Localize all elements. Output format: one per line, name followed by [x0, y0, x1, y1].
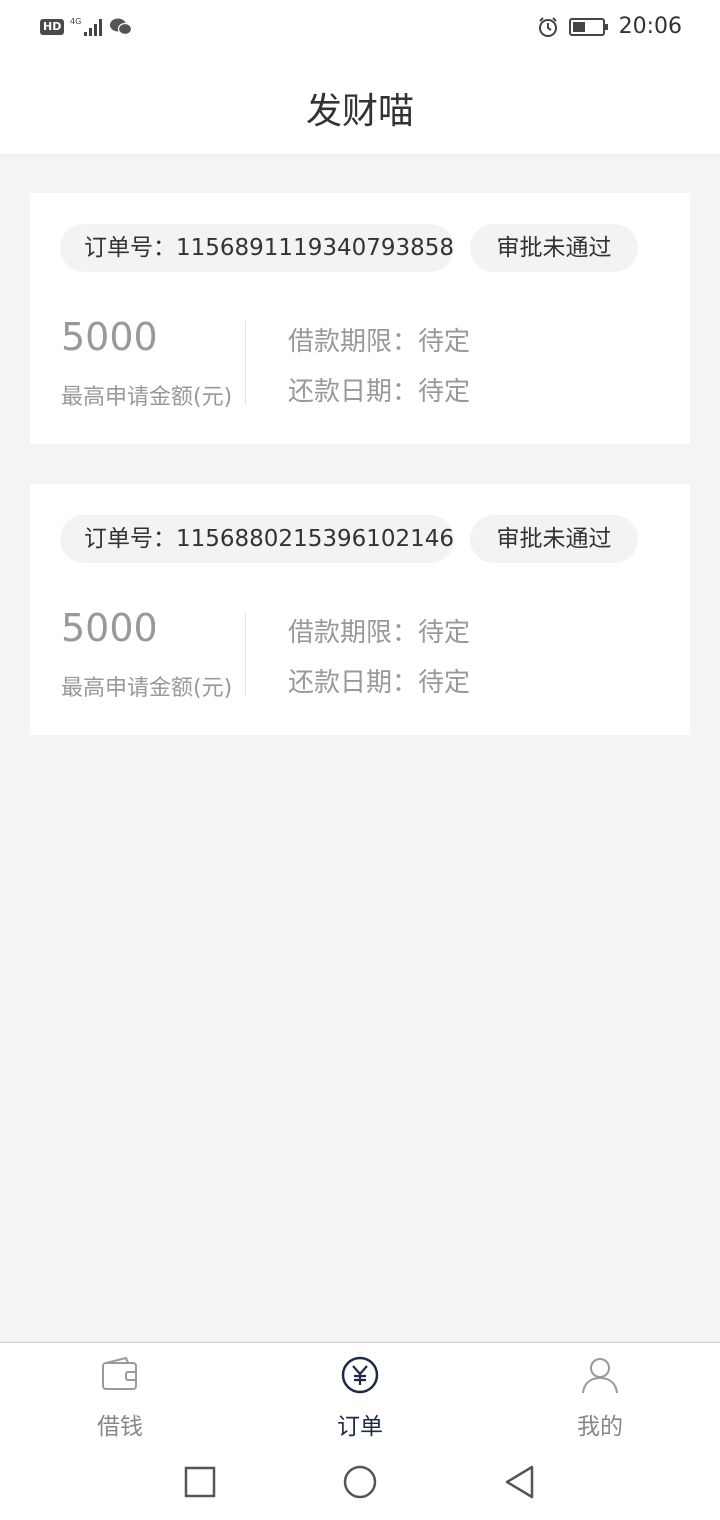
divider — [245, 612, 246, 696]
status-badge: 审批未通过 — [470, 224, 638, 272]
tab-label: 我的 — [577, 1414, 623, 1440]
repay-date: 还款日期：待定 — [288, 377, 471, 407]
system-nav-bar — [0, 1442, 720, 1520]
status-right: 20:06 — [537, 14, 682, 39]
amount-label: 最高申请金额(元) — [61, 676, 233, 701]
amount-label: 最高申请金额(元) — [61, 385, 233, 410]
wechat-icon — [110, 18, 133, 36]
status-badge: 审批未通过 — [470, 515, 638, 563]
status-bar: HD 4G 20:06 — [0, 0, 720, 56]
wallet-icon — [102, 1356, 137, 1390]
tab-orders[interactable]: 订单 — [240, 1343, 480, 1443]
order-number: 订单号：115689111934079385​8 — [60, 224, 454, 272]
app-header: 发财喵 — [0, 56, 720, 155]
tab-borrow[interactable]: 借钱 — [0, 1343, 240, 1443]
status-left: HD 4G — [40, 16, 133, 38]
amount-value: 5000 — [61, 606, 158, 650]
hd-icon: HD — [40, 19, 65, 35]
tab-label: 借钱 — [97, 1414, 143, 1440]
bottom-tab-bar: 借钱 订单 我的 — [0, 1342, 720, 1443]
amount-value: 5000 — [61, 315, 158, 359]
recent-apps-icon[interactable] — [182, 1464, 218, 1500]
divider — [245, 321, 246, 405]
order-card[interactable]: 订单号：1156880215396102146 审批未通过 5000 最高申请金… — [30, 484, 690, 735]
signal-4g-label: 4G — [70, 17, 81, 26]
user-icon — [582, 1358, 618, 1394]
home-icon[interactable] — [342, 1464, 378, 1500]
tab-mine[interactable]: 我的 — [480, 1343, 720, 1443]
status-time: 20:06 — [618, 14, 682, 39]
order-card[interactable]: 订单号：115689111934079385​8 审批未通过 5000 最高申请… — [30, 193, 690, 444]
page-title: 发财喵 — [305, 91, 414, 132]
repay-date: 还款日期：待定 — [288, 668, 471, 698]
tab-label: 订单 — [337, 1414, 383, 1440]
alarm-icon — [538, 16, 557, 37]
signal-4g-icon: 4G — [70, 17, 103, 36]
loan-term: 借款期限：待定 — [288, 327, 471, 357]
yuan-icon — [341, 1356, 379, 1394]
back-icon[interactable] — [502, 1464, 538, 1500]
order-number: 订单号：1156880215396102146 — [60, 515, 454, 563]
loan-term: 借款期限：待定 — [288, 618, 471, 648]
battery-icon — [568, 17, 608, 36]
